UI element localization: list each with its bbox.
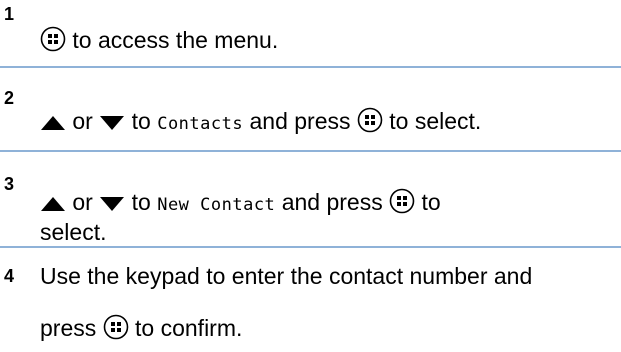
step-2: 2 or to Contacts and press to select. (0, 70, 621, 150)
step-text: or to New Contact and press to (40, 188, 441, 220)
menu-ok-button-icon (40, 26, 66, 58)
step-text-cont: press to confirm. (40, 314, 242, 346)
divider (0, 150, 621, 152)
and-press-text: and press (249, 108, 351, 134)
to-text-2: to (421, 189, 441, 215)
step-3: 3 or to New Contact and press to select. (0, 154, 621, 246)
divider (0, 246, 621, 248)
step-text: Use the keypad to enter the contact numb… (40, 263, 533, 289)
select-text: select. (40, 219, 107, 245)
menu-ok-button-icon (389, 188, 415, 220)
step-number: 3 (4, 174, 15, 194)
step-4: 4 Use the keypad to enter the contact nu… (0, 250, 621, 352)
menu-ok-button-icon (357, 107, 383, 139)
menu-item-name: New Contact (157, 195, 276, 215)
to-confirm-text: to confirm. (135, 315, 243, 341)
to-select-text: to select. (389, 108, 482, 134)
menu-ok-button-icon (103, 314, 129, 346)
to-text: to (131, 108, 151, 134)
down-arrow-icon (99, 109, 125, 137)
divider (0, 66, 621, 68)
step-number: 1 (4, 4, 15, 24)
up-arrow-icon (40, 190, 66, 218)
step-text: to access the menu. (40, 26, 278, 58)
step-text: or to Contacts and press to select. (40, 107, 481, 139)
press-text: press (40, 315, 97, 341)
to-text: to (131, 189, 151, 215)
step-number: 2 (4, 88, 15, 108)
step-number: 4 (4, 266, 15, 286)
down-arrow-icon (99, 190, 125, 218)
or-text: or (72, 189, 93, 215)
up-arrow-icon (40, 109, 66, 137)
or-text: or (72, 108, 93, 134)
menu-item-name: Contacts (157, 114, 244, 134)
step-1: 1 to access the menu. (0, 0, 621, 64)
step-1-text: to access the menu. (72, 27, 279, 53)
step-text-cont: select. (40, 218, 106, 246)
and-press-text: and press (281, 189, 383, 215)
